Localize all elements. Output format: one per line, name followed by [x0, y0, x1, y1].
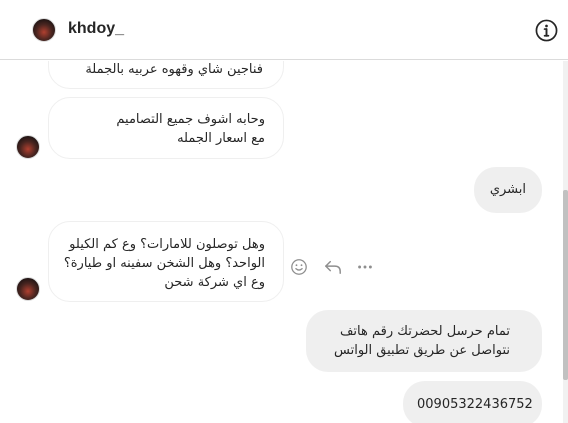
more-options-icon[interactable]: [356, 258, 374, 276]
sender-avatar[interactable]: [16, 277, 40, 301]
message-actions: [290, 258, 380, 276]
message-bubble-incoming[interactable]: وحابه اشوف جميع التصاميم مع اسعار الجمله: [48, 97, 284, 159]
message-text: تمام حرسل لحضرتك رقم هاتف نتواصل عن طريق…: [334, 324, 510, 358]
message-bubble-outgoing[interactable]: 00905322436752: [403, 381, 542, 423]
chat-username[interactable]: khdoy_: [68, 20, 124, 38]
message-bubble-incoming[interactable]: فناجين شاي وقهوه عربيه بالجملة: [48, 61, 284, 89]
emoji-icon[interactable]: [290, 258, 308, 276]
message-bubble-outgoing[interactable]: ابشري: [474, 167, 542, 213]
message-text: ابشري: [489, 182, 526, 197]
message-thread[interactable]: فناجين شاي وقهوه عربيه بالجملة وحابه اشو…: [0, 61, 563, 423]
message-bubble-incoming[interactable]: وهل توصلون للامارات؟ وع كم الكيلو الواحد…: [48, 221, 284, 302]
scrollbar-thumb[interactable]: [563, 190, 568, 380]
message-text: 00905322436752: [417, 397, 533, 412]
chat-header: khdoy_: [0, 0, 568, 60]
info-icon[interactable]: [535, 19, 558, 42]
message-bubble-outgoing[interactable]: تمام حرسل لحضرتك رقم هاتف نتواصل عن طريق…: [306, 310, 542, 372]
profile-avatar[interactable]: [32, 18, 56, 42]
sender-avatar[interactable]: [16, 135, 40, 159]
message-text: وحابه اشوف جميع التصاميم مع اسعار الجمله: [116, 112, 265, 146]
reply-icon[interactable]: [323, 258, 343, 276]
message-text: فناجين شاي وقهوه عربيه بالجملة: [85, 62, 263, 77]
message-text: وهل توصلون للامارات؟ وع كم الكيلو الواحد…: [63, 237, 265, 290]
